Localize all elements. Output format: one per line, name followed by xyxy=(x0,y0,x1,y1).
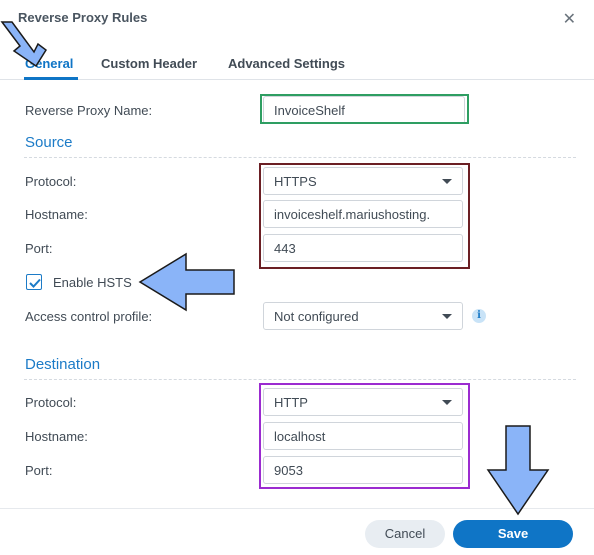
tab-bar: General Custom Header Advanced Settings xyxy=(0,48,594,80)
chevron-down-icon xyxy=(442,314,452,319)
acp-label: Access control profile: xyxy=(25,309,153,324)
destination-protocol-label: Protocol: xyxy=(25,395,77,410)
source-hostname-input[interactable]: invoiceshelf.mariushosting. xyxy=(263,200,463,228)
acp-select[interactable]: Not configured xyxy=(263,302,463,330)
tab-general[interactable]: General xyxy=(25,56,73,71)
cancel-button[interactable]: Cancel xyxy=(365,520,445,548)
source-hostname-label: Hostname: xyxy=(25,207,88,222)
chevron-down-icon xyxy=(442,179,452,184)
source-protocol-select[interactable]: HTTPS xyxy=(263,167,463,195)
tab-advanced-settings[interactable]: Advanced Settings xyxy=(228,56,345,71)
destination-protocol-select[interactable]: HTTP xyxy=(263,388,463,416)
close-icon[interactable]: ✕ xyxy=(563,9,576,29)
destination-hostname-input[interactable]: localhost xyxy=(263,422,463,450)
proxy-name-label: Reverse Proxy Name: xyxy=(25,103,153,118)
dialog-title: Reverse Proxy Rules xyxy=(18,10,148,25)
arrow-pointing-save-icon xyxy=(486,425,550,516)
active-tab-indicator xyxy=(24,77,78,80)
source-port-label: Port: xyxy=(25,241,53,256)
source-divider xyxy=(24,157,576,158)
destination-port-input[interactable]: 9053 xyxy=(263,456,463,484)
tab-custom-header[interactable]: Custom Header xyxy=(101,56,197,71)
source-protocol-value: HTTPS xyxy=(274,174,317,189)
info-icon[interactable]: i xyxy=(472,309,486,323)
destination-heading: Destination xyxy=(25,356,101,373)
acp-value: Not configured xyxy=(274,309,359,324)
checkmark-icon xyxy=(29,278,41,288)
destination-hostname-label: Hostname: xyxy=(25,429,88,444)
source-heading: Source xyxy=(25,134,73,151)
proxy-name-input[interactable]: InvoiceShelf xyxy=(263,96,465,124)
hsts-checkbox[interactable] xyxy=(26,274,42,290)
chevron-down-icon xyxy=(442,400,452,405)
destination-protocol-value: HTTP xyxy=(274,395,308,410)
reverse-proxy-dialog: Reverse Proxy Rules ✕ General Custom Hea… xyxy=(0,0,594,555)
source-protocol-label: Protocol: xyxy=(25,174,77,189)
arrow-pointing-hsts-icon xyxy=(138,252,235,312)
save-button[interactable]: Save xyxy=(453,520,573,548)
destination-port-label: Port: xyxy=(25,463,53,478)
hsts-label[interactable]: Enable HSTS xyxy=(53,275,132,290)
destination-divider xyxy=(24,379,576,380)
source-port-input[interactable]: 443 xyxy=(263,234,463,262)
